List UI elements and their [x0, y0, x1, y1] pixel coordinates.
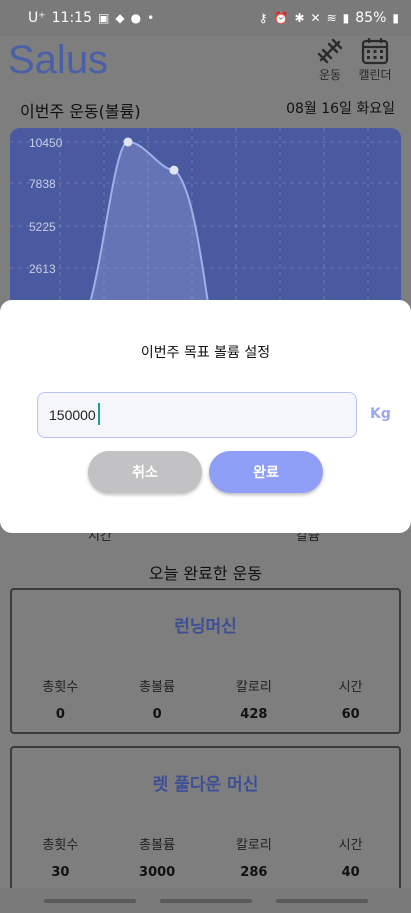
exercise-name: 렛 풀다운 머신 [152, 775, 259, 795]
y-tick-label: 7838 [29, 177, 56, 191]
gallery-icon: ▣ [98, 11, 110, 25]
cancel-button[interactable]: 취소 [88, 451, 202, 493]
exercise-name: 런닝머신 [174, 617, 237, 637]
stat-value: 40 [341, 865, 360, 880]
battery-text: 85% [355, 10, 387, 26]
stat-calories: 칼로리 428 [206, 676, 303, 722]
series-area [90, 142, 208, 303]
data-point[interactable] [123, 137, 133, 147]
alarm-icon: ⏰ [273, 11, 289, 25]
system-nav-bar [0, 888, 411, 913]
calendar-nav-label: 캘린더 [358, 68, 392, 82]
calendar-nav-button[interactable]: 캘린더 [355, 36, 395, 83]
key-icon: ⚷ [258, 11, 268, 25]
y-tick-label: 5225 [29, 220, 56, 234]
unit-label: Kg [370, 406, 391, 422]
stat-label: 칼로리 [235, 838, 272, 853]
battery-icon: ▮ [392, 11, 399, 25]
stat-total-volume: 총볼륨 3000 [109, 834, 206, 880]
dumbbell-icon [310, 36, 350, 66]
talk-icon: ● [130, 11, 142, 25]
wifi-icon: ≋ [326, 11, 337, 25]
done-button[interactable]: 완료 [209, 451, 323, 493]
exercise-nav-label: 운동 [318, 68, 342, 82]
mute-icon: ✕ [310, 11, 321, 25]
chart-svg: 10450 7838 5225 2613 [10, 128, 401, 303]
stat-label: 시간 [338, 838, 363, 853]
calendar-icon [355, 36, 395, 66]
stat-calories: 칼로리 286 [206, 834, 303, 880]
stat-total-reps: 총횟수 30 [12, 834, 109, 880]
stat-value: 0 [55, 707, 65, 722]
stat-total-reps: 총횟수 0 [12, 676, 109, 722]
stat-value: 3000 [139, 865, 176, 880]
exercise-nav-button[interactable]: 운동 [310, 36, 350, 83]
dialog-title: 이번주 목표 볼륨 설정 [140, 345, 271, 361]
weekly-volume-chart: 10450 7838 5225 2613 [10, 128, 401, 303]
exercise-card[interactable]: 렛 풀다운 머신 총횟수 30 총볼륨 3000 칼로리 286 시간 40 [10, 746, 401, 892]
dot-icon: • [147, 11, 155, 25]
text-caret [98, 403, 100, 425]
target-volume-input[interactable] [37, 392, 357, 438]
current-date: 08월 16일 화요일 [286, 101, 395, 117]
stat-value: 286 [240, 865, 268, 880]
exercise-stats: 총횟수 30 총볼륨 3000 칼로리 286 시간 40 [12, 834, 399, 880]
exercise-card[interactable]: 런닝머신 총횟수 0 총볼륨 0 칼로리 428 시간 60 [10, 588, 401, 734]
stat-label: 총볼륨 [139, 838, 176, 853]
stat-value: 60 [341, 707, 360, 722]
nav-recents[interactable] [43, 898, 136, 903]
y-tick-label: 10450 [29, 136, 63, 150]
stat-label: 시간 [338, 680, 363, 695]
clock-text: 11:15 [51, 10, 92, 26]
stat-label: 총볼륨 [139, 680, 176, 695]
puzzle-icon: ◆ [115, 11, 125, 25]
stat-value: 0 [152, 707, 162, 722]
goal-volume-dialog: 이번주 목표 볼륨 설정 Kg 취소 완료 [0, 300, 411, 533]
carrier-text: U⁺ [28, 10, 46, 26]
stat-value: 30 [51, 865, 70, 880]
nav-home[interactable] [159, 898, 252, 903]
nav-back[interactable] [275, 898, 368, 903]
stat-time: 시간 40 [302, 834, 399, 880]
stat-total-volume: 총볼륨 0 [109, 676, 206, 722]
bluetooth-icon: ✱ [294, 11, 305, 25]
weekly-volume-title: 이번주 운동(볼륨) [20, 102, 141, 121]
stat-label: 총횟수 [42, 680, 79, 695]
today-completed-title: 오늘 완료한 운동 [148, 564, 263, 583]
app-logo: Salus [8, 38, 109, 82]
y-tick-label: 2613 [29, 262, 56, 276]
exercise-stats: 총횟수 0 총볼륨 0 칼로리 428 시간 60 [12, 676, 399, 722]
stat-time: 시간 60 [302, 676, 399, 722]
stat-label: 총횟수 [42, 838, 79, 853]
signal-icon: ▮ [342, 11, 350, 25]
data-point[interactable] [169, 165, 179, 175]
status-bar: U⁺ 11:15 ▣ ◆ ● • ⚷ ⏰ ✱ ✕ ≋ ▮ 85% ▮ [0, 0, 411, 36]
stat-value: 428 [240, 707, 268, 722]
stat-label: 칼로리 [235, 680, 272, 695]
